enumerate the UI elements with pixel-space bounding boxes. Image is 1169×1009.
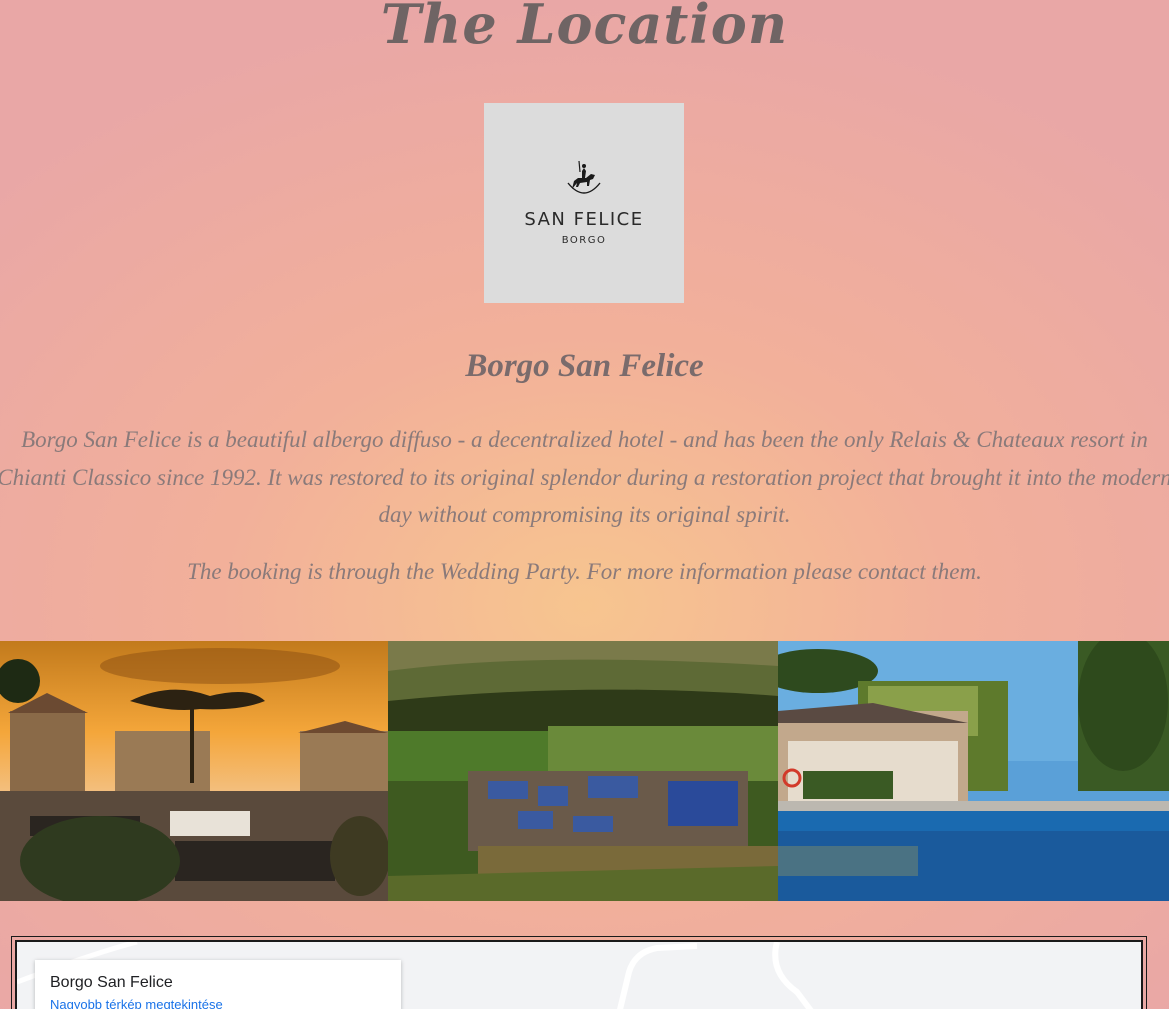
map-embed[interactable]: Borgo San Felice Nagyobb térkép megtekin… <box>11 936 1147 1009</box>
logo-name: SAN FELICE <box>524 209 644 230</box>
photo-gallery <box>0 641 1169 901</box>
map-place-card: Borgo San Felice Nagyobb térkép megtekin… <box>35 960 401 1009</box>
venue-logo: SAN FELICE BORGO <box>484 103 684 303</box>
venue-name: Borgo San Felice <box>465 348 704 384</box>
horse-rider-icon <box>567 160 601 194</box>
sunset-wedding-dinner-photo[interactable] <box>0 641 388 901</box>
hotel-pool-photo[interactable] <box>778 641 1169 901</box>
map-place-name: Borgo San Felice <box>50 974 173 991</box>
booking-note: The booking is through the Wedding Party… <box>187 559 982 584</box>
view-larger-map-link[interactable]: Nagyobb térkép megtekintése <box>50 997 223 1009</box>
logo-sub: BORGO <box>561 235 607 246</box>
aerial-village-photo[interactable] <box>388 641 778 901</box>
venue-description: Borgo San Felice is a beautiful albergo … <box>0 427 1169 527</box>
section-title: The Location <box>380 0 789 56</box>
